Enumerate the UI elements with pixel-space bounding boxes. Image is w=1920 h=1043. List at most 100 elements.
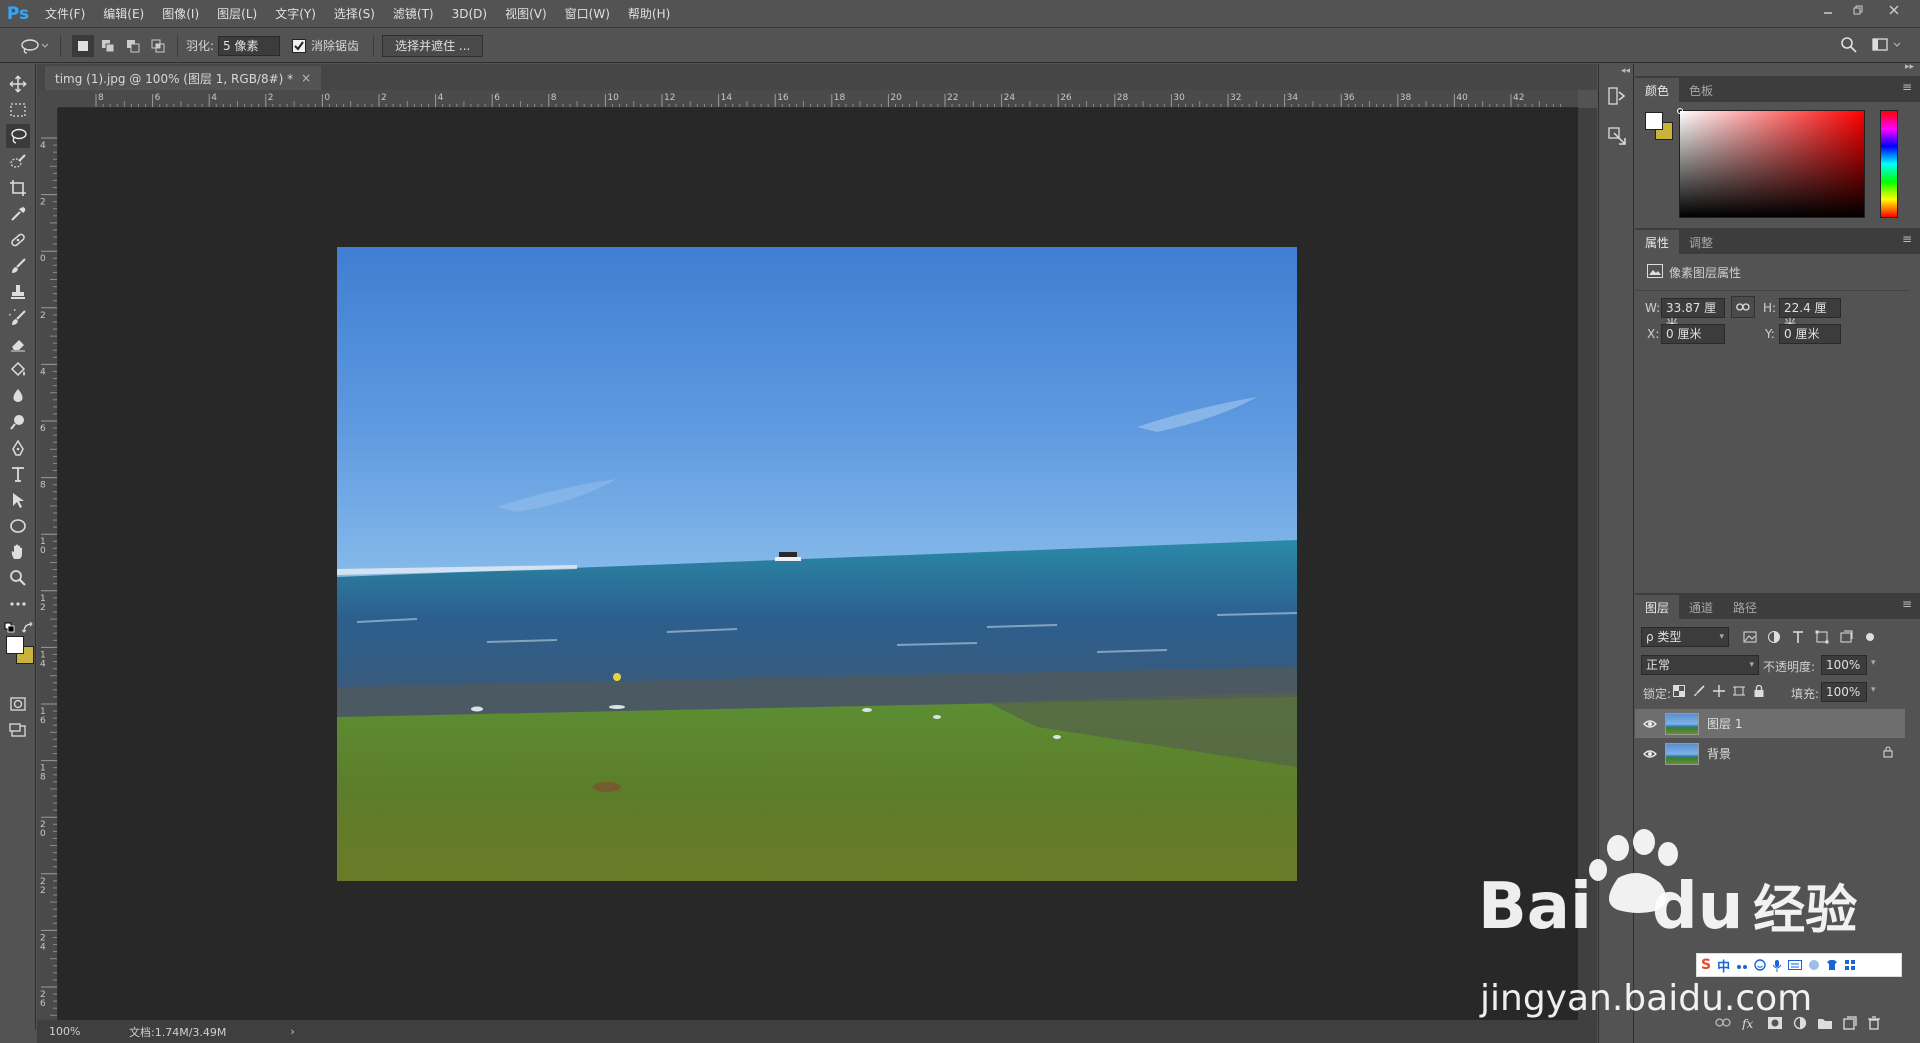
blend-mode-dropdown[interactable]: 正常 ▾ — [1641, 655, 1759, 675]
pen-tool-icon[interactable] — [6, 436, 30, 460]
history-brush-tool-icon[interactable] — [6, 306, 30, 330]
subtract-selection-icon[interactable] — [122, 35, 144, 57]
lasso-tool-icon[interactable] — [6, 124, 30, 148]
collapse-panels-icon[interactable]: ◂◂ — [1621, 66, 1630, 76]
add-mask-icon[interactable] — [1767, 1016, 1783, 1030]
status-menu-arrow[interactable]: › — [290, 1025, 294, 1038]
x-input[interactable]: 0 厘米 — [1661, 324, 1725, 344]
path-selection-tool-icon[interactable] — [6, 488, 30, 512]
visibility-eye-icon[interactable] — [1641, 749, 1659, 759]
link-dimensions-icon[interactable] — [1731, 296, 1755, 318]
new-selection-icon[interactable] — [72, 34, 94, 57]
tab-adjustments[interactable]: 调整 — [1679, 230, 1723, 254]
color-panel-menu-icon[interactable]: ≡ — [1902, 80, 1912, 94]
restore-icon[interactable] — [1844, 0, 1872, 20]
move-tool-icon[interactable] — [6, 72, 30, 96]
link-layers-icon[interactable] — [1715, 1018, 1731, 1028]
tab-properties[interactable]: 属性 — [1635, 230, 1680, 254]
actions-panel-icon[interactable] — [1607, 126, 1627, 149]
width-input[interactable]: 33.87 厘米 — [1661, 298, 1725, 331]
intersect-selection-icon[interactable] — [147, 35, 169, 57]
layer-filter-dropdown[interactable]: ρ 类型 ▾ — [1641, 627, 1729, 647]
opacity-input[interactable]: 100% — [1821, 655, 1867, 675]
hue-slider[interactable] — [1880, 110, 1898, 218]
y-input[interactable]: 0 厘米 — [1779, 324, 1841, 344]
marquee-tool-icon[interactable] — [6, 98, 30, 122]
layer-name[interactable]: 图层 1 — [1707, 715, 1742, 732]
new-group-icon[interactable] — [1817, 1016, 1833, 1030]
dodge-tool-icon[interactable] — [6, 410, 30, 434]
blur-tool-icon[interactable] — [6, 384, 30, 408]
close-window-icon[interactable] — [1880, 0, 1908, 20]
vertical-ruler[interactable]: 4202468101214161820222426 — [37, 108, 58, 1020]
vertical-scrollbar[interactable] — [1578, 108, 1597, 1020]
swap-colors-icon[interactable] — [21, 621, 34, 637]
select-and-mask-button[interactable]: 选择并遮住 ... — [382, 34, 484, 57]
horizontal-ruler[interactable]: 8 6 4 2 0 2 4 6 8 10 12 14 16 18 20 22 24 26 28 30 32 34 36 38 4… — [58, 90, 1578, 108]
canvas-workspace[interactable] — [58, 108, 1578, 1020]
filter-type-icon[interactable] — [1791, 630, 1805, 644]
menu-filter[interactable]: 滤镜(T) — [384, 0, 443, 28]
zoom-tool-icon[interactable] — [6, 566, 30, 590]
tab-color[interactable]: 颜色 — [1635, 78, 1680, 102]
collapse-dock-icon[interactable]: ▸▸ — [1905, 62, 1914, 72]
lock-pixels-icon[interactable] — [1693, 685, 1705, 697]
filter-adjustment-icon[interactable] — [1767, 630, 1781, 644]
quick-selection-tool-icon[interactable] — [6, 150, 30, 174]
document-tab[interactable]: timg (1).jpg @ 100% (图层 1, RGB/8#) * × — [45, 66, 322, 90]
history-panel-icon[interactable] — [1607, 86, 1627, 109]
properties-panel-menu-icon[interactable]: ≡ — [1902, 232, 1912, 246]
more-tools-icon[interactable] — [6, 592, 30, 616]
visibility-eye-icon[interactable] — [1641, 719, 1659, 729]
foreground-color-swatch[interactable] — [6, 636, 24, 654]
fill-input[interactable]: 100% — [1821, 682, 1867, 702]
tab-channels[interactable]: 通道 — [1679, 595, 1723, 619]
clone-stamp-tool-icon[interactable] — [6, 280, 30, 304]
delete-layer-icon[interactable] — [1867, 1016, 1881, 1030]
fill-dropdown-icon[interactable]: ▾ — [1871, 685, 1876, 695]
lock-position-icon[interactable] — [1713, 685, 1725, 697]
hand-tool-icon[interactable] — [6, 540, 30, 564]
layers-panel-menu-icon[interactable]: ≡ — [1902, 597, 1912, 611]
minimize-icon[interactable] — [1814, 0, 1842, 20]
document-image[interactable] — [337, 247, 1297, 881]
menu-window[interactable]: 窗口(W) — [556, 0, 619, 28]
ellipse-tool-icon[interactable] — [6, 514, 30, 538]
workspace-icon[interactable] — [1872, 37, 1906, 56]
menu-select[interactable]: 选择(S) — [325, 0, 384, 28]
filter-toggle-icon[interactable] — [1863, 630, 1877, 644]
menu-edit[interactable]: 编辑(E) — [94, 0, 153, 28]
menu-image[interactable]: 图像(I) — [153, 0, 208, 28]
screen-mode-icon[interactable] — [6, 718, 30, 742]
zoom-level[interactable]: 100% — [49, 1025, 125, 1038]
quick-mask-icon[interactable] — [6, 692, 30, 716]
eraser-tool-icon[interactable] — [6, 332, 30, 356]
ruler-origin[interactable] — [37, 90, 58, 108]
tab-swatches[interactable]: 色板 — [1679, 78, 1723, 102]
lock-transparent-icon[interactable] — [1673, 685, 1685, 697]
healing-brush-tool-icon[interactable] — [6, 228, 30, 252]
filter-shape-icon[interactable] — [1815, 630, 1829, 644]
filter-smart-object-icon[interactable] — [1839, 630, 1853, 644]
height-input[interactable]: 22.4 厘米 — [1779, 298, 1841, 331]
default-colors-icon[interactable] — [4, 622, 16, 637]
add-selection-icon[interactable] — [97, 35, 119, 57]
new-adjustment-layer-icon[interactable] — [1793, 1016, 1807, 1030]
antialias-checkbox[interactable] — [292, 38, 307, 53]
paint-bucket-tool-icon[interactable] — [6, 358, 30, 382]
color-field[interactable] — [1679, 110, 1865, 218]
menu-layer[interactable]: 图层(L) — [208, 0, 266, 28]
menu-file[interactable]: 文件(F) — [36, 0, 94, 28]
lock-all-icon[interactable] — [1753, 685, 1765, 697]
new-layer-icon[interactable] — [1843, 1016, 1857, 1030]
brush-tool-icon[interactable] — [6, 254, 30, 278]
feather-input[interactable]: 5 像素 — [218, 35, 281, 56]
filter-pixel-icon[interactable] — [1743, 630, 1757, 644]
menu-help[interactable]: 帮助(H) — [619, 0, 679, 28]
menu-type[interactable]: 文字(Y) — [266, 0, 325, 28]
eyedropper-tool-icon[interactable] — [6, 202, 30, 226]
layer-row-layer1[interactable]: 图层 1 — [1635, 709, 1905, 738]
search-icon[interactable] — [1840, 36, 1858, 57]
opacity-dropdown-icon[interactable]: ▾ — [1871, 658, 1876, 668]
menu-3d[interactable]: 3D(D) — [443, 0, 496, 28]
